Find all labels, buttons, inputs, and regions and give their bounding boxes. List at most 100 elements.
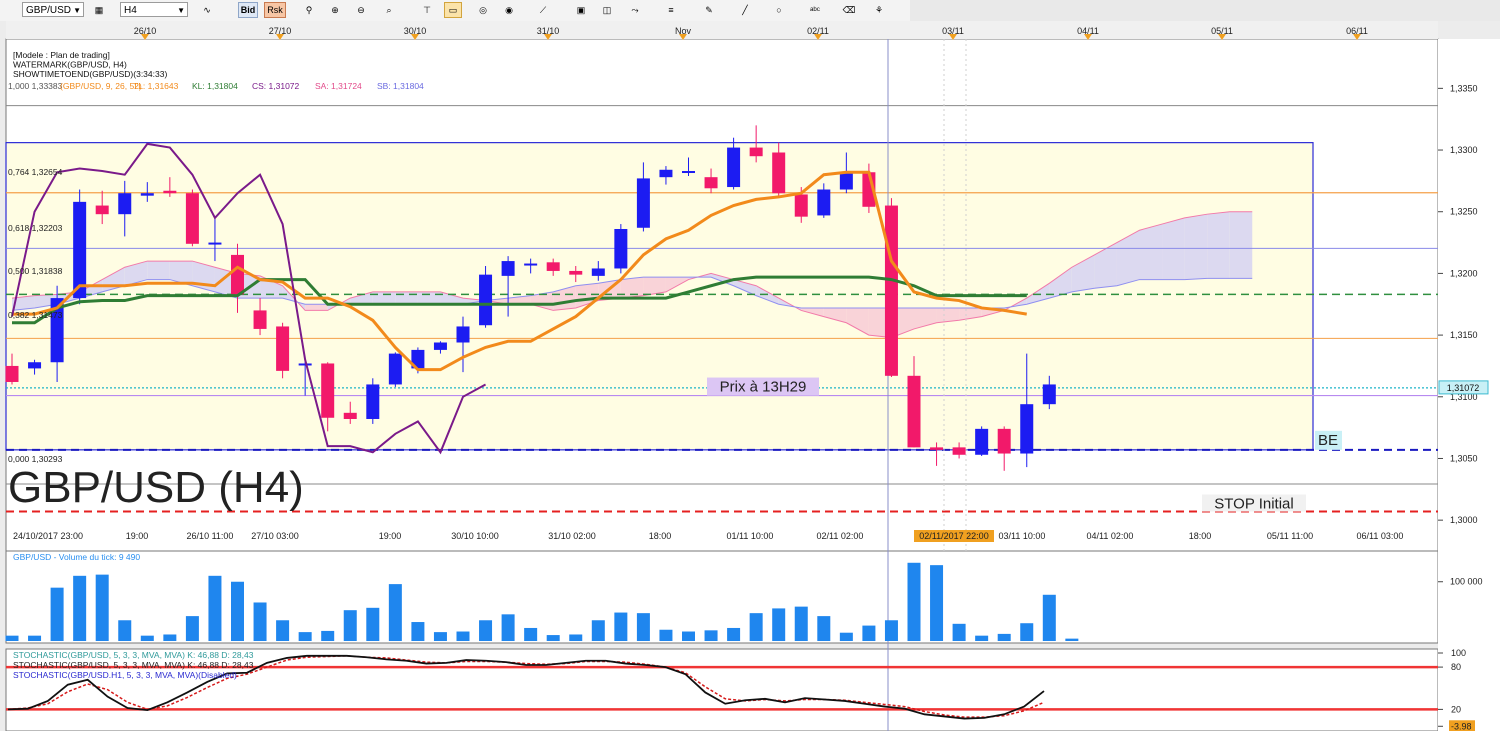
volume-bar — [975, 635, 989, 641]
bottom-time-label: 03/11 10:00 — [999, 531, 1046, 541]
volume-bar — [839, 632, 853, 641]
candle-body — [321, 363, 335, 418]
candle-body — [343, 412, 357, 419]
timeframe-select[interactable]: H4 ▼ — [120, 2, 188, 17]
candle-body — [704, 177, 718, 189]
circle-icon[interactable]: ○ — [770, 2, 788, 18]
volume-bar — [591, 620, 605, 641]
candle-body — [772, 152, 786, 194]
candle-body — [907, 375, 921, 448]
globe-icon[interactable]: ◎ — [474, 2, 492, 18]
bottom-time-label: 27/10 03:00 — [251, 531, 299, 541]
chart-icon[interactable]: ◫ — [598, 2, 616, 18]
bottom-time-label: 18:00 — [1189, 531, 1212, 541]
layout-icon[interactable]: ▦ — [90, 2, 108, 18]
candle-body — [997, 428, 1011, 454]
candle-body — [817, 189, 831, 216]
line-tool-icon[interactable]: ╱ — [736, 2, 754, 18]
volume-bar — [479, 620, 493, 641]
volume-bar — [1020, 623, 1034, 641]
volume-bar — [772, 608, 786, 641]
candle-body — [456, 326, 470, 343]
volume-label: GBP/USD - Volume du tick: 9 490 — [13, 552, 140, 562]
zoom-in-icon[interactable]: ⊕ — [326, 2, 344, 18]
volume-bar — [321, 630, 335, 641]
candle-body — [975, 428, 989, 455]
chart-type-icon[interactable]: ∿ — [198, 2, 216, 18]
zoom-fit-icon[interactable]: ⌕ — [380, 2, 398, 18]
indicator-values-text: SA: 1,31724 — [315, 81, 362, 91]
risk-button[interactable]: Rsk — [264, 2, 286, 18]
draw-line-icon[interactable]: ⤳ — [626, 2, 644, 18]
volume-bar — [118, 620, 132, 641]
candle-body — [140, 193, 154, 196]
candle-body — [952, 447, 966, 455]
stochastic-label: STOCHASTIC(GBP/USD, 5, 3, 3, MVA, MVA) K… — [13, 650, 254, 660]
candle-body — [1020, 404, 1034, 454]
text-icon[interactable]: ᵃᵇᶜ — [806, 2, 824, 18]
candle-body — [614, 228, 628, 269]
candle-body — [433, 342, 447, 350]
candle-body — [231, 254, 244, 295]
price-tick-label: 1,3250 — [1450, 207, 1478, 217]
indicator-icon[interactable]: ≡ — [662, 2, 680, 18]
volume-bar — [411, 622, 425, 641]
volume-bar — [524, 627, 538, 641]
volume-bar — [456, 631, 470, 641]
bid-button[interactable]: Bid — [238, 2, 258, 18]
candle-body — [118, 193, 132, 215]
last-price-label: 1,31072 — [1447, 383, 1480, 393]
volume-bar — [546, 635, 560, 641]
stop-label: STOP Initial — [1214, 496, 1293, 513]
volume-tick-label: 100 000 — [1450, 577, 1483, 587]
volume-bar — [253, 602, 267, 641]
cloud-segment — [305, 304, 328, 311]
bottom-time-label: 05/11 11:00 — [1267, 531, 1313, 541]
target-icon[interactable]: ◉ — [500, 2, 518, 18]
candle-body — [930, 447, 944, 450]
bottom-time-label: 19:00 — [379, 531, 402, 541]
fib-level-label: 0,500 1,31838 — [8, 266, 63, 276]
volume-bar — [501, 614, 515, 641]
eraser-icon[interactable]: ⌫ — [840, 2, 858, 18]
candle-body — [276, 326, 290, 371]
chevron-down-icon: ▼ — [73, 6, 81, 15]
candle-body — [185, 193, 199, 244]
price-tick-label: 1,3300 — [1450, 145, 1478, 155]
candle-body — [839, 173, 853, 190]
objects-icon[interactable]: ⚲ — [300, 2, 318, 18]
chart-area[interactable]: 26/10 27/10 30/10 31/10 Nov 02/11 03/11 04/11 05… — [0, 21, 1500, 731]
candle-body — [73, 201, 87, 299]
ruler-icon[interactable]: ⟋ — [534, 2, 552, 18]
price-label: Prix à 13H29 — [720, 379, 807, 396]
candle-body — [546, 262, 560, 271]
fib-level-label: 0,382 1,31473 — [8, 310, 63, 320]
note-icon[interactable]: ▭ — [444, 2, 462, 18]
chart-header-line: [Modele : Plan de trading] — [13, 50, 110, 60]
symbol-select[interactable]: GBP/USD ▼ — [22, 2, 84, 17]
volume-bar — [682, 631, 695, 641]
indicator-values-text: CS: 1,31072 — [252, 81, 300, 91]
volume-bar — [794, 606, 808, 641]
volume-bar — [73, 575, 87, 641]
volume-bar — [433, 632, 447, 641]
indicator-values-text: SB: 1,31804 — [377, 81, 424, 91]
pin-icon[interactable]: ⊤ — [418, 2, 436, 18]
image-icon[interactable]: ▣ — [572, 2, 590, 18]
candle-body — [727, 147, 741, 188]
bottom-time-label: 02/11 02:00 — [817, 531, 864, 541]
price-tick-label: 1,3350 — [1450, 83, 1478, 93]
tree-icon[interactable]: ⚘ — [870, 2, 888, 18]
volume-bar — [1042, 594, 1056, 641]
volume-bar — [749, 613, 763, 641]
chevron-down-icon: ▼ — [177, 6, 185, 15]
candle-body — [5, 365, 19, 382]
stochastic-tick-label: 80 — [1451, 662, 1461, 672]
volume-bar — [952, 623, 966, 641]
volume-bar — [388, 584, 402, 641]
volume-bar — [185, 616, 199, 641]
cloud-segment — [1207, 211, 1230, 279]
pencil-icon[interactable]: ✎ — [700, 2, 718, 18]
chart-header-line: SHOWTIMETOEND(GBP/USD)(3:34:33) — [13, 69, 167, 79]
zoom-out-icon[interactable]: ⊖ — [352, 2, 370, 18]
